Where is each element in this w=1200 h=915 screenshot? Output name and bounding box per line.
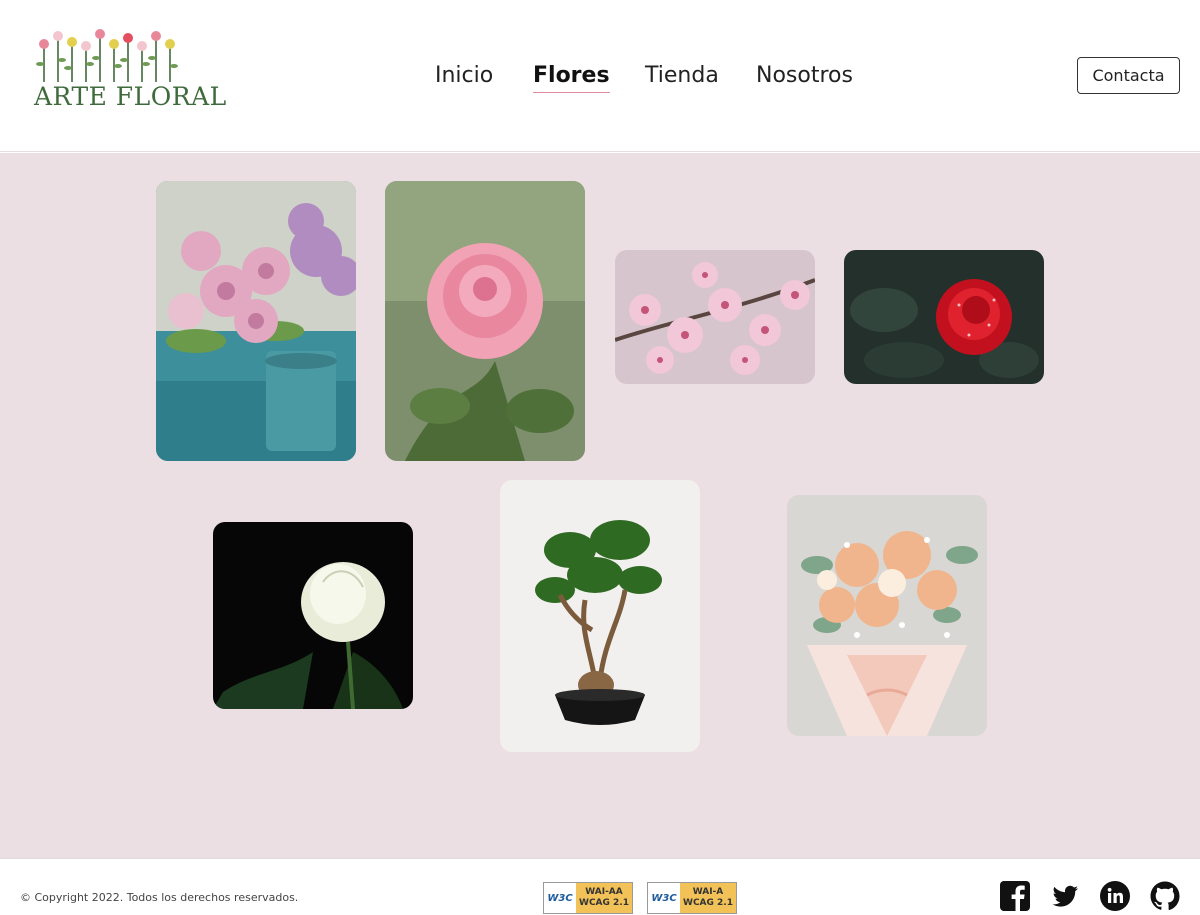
facebook-icon[interactable]	[999, 880, 1031, 912]
photo-wrapped-bouquet[interactable]	[787, 495, 987, 736]
nav-item-nosotros[interactable]: Nosotros	[756, 56, 853, 96]
nav-item-flores[interactable]: Flores	[533, 56, 610, 96]
contact-button[interactable]: Contacta	[1077, 57, 1180, 94]
badge-standard: WCAG 2.1	[683, 898, 733, 908]
photo-chrysanthemum-bouquet[interactable]	[156, 181, 356, 461]
badge-standard: WCAG 2.1	[579, 898, 629, 908]
w3c-logo: W3C	[648, 883, 680, 913]
badge-level: WAI-A	[692, 887, 724, 897]
github-icon[interactable]	[1149, 880, 1181, 912]
photo-cherry-blossoms[interactable]	[615, 250, 815, 384]
photo-bonsai[interactable]	[500, 480, 700, 752]
linkedin-icon[interactable]	[1099, 880, 1131, 912]
w3c-logo: W3C	[544, 883, 576, 913]
nav-item-tienda[interactable]: Tienda	[645, 56, 719, 96]
copyright-text: © Copyright 2022. Todos los derechos res…	[20, 891, 299, 904]
main-nav: Inicio Flores Tienda Nosotros	[0, 56, 1200, 96]
wcag-a-badge[interactable]: W3C WAI-A WCAG 2.1	[647, 882, 737, 914]
site-footer: © Copyright 2022. Todos los derechos res…	[0, 858, 1200, 915]
flower-gallery	[0, 153, 1200, 858]
photo-pink-rose[interactable]	[385, 181, 585, 461]
site-header: ARTE FLORAL Inicio Flores Tienda Nosotro…	[0, 0, 1200, 152]
badge-level: WAI-AA	[585, 887, 623, 897]
wcag-aa-badge[interactable]: W3C WAI-AA WCAG 2.1	[543, 882, 633, 914]
twitter-icon[interactable]	[1049, 880, 1081, 912]
photo-white-rose[interactable]	[213, 522, 413, 709]
nav-item-inicio[interactable]: Inicio	[435, 56, 493, 96]
photo-red-rose[interactable]	[844, 250, 1044, 384]
